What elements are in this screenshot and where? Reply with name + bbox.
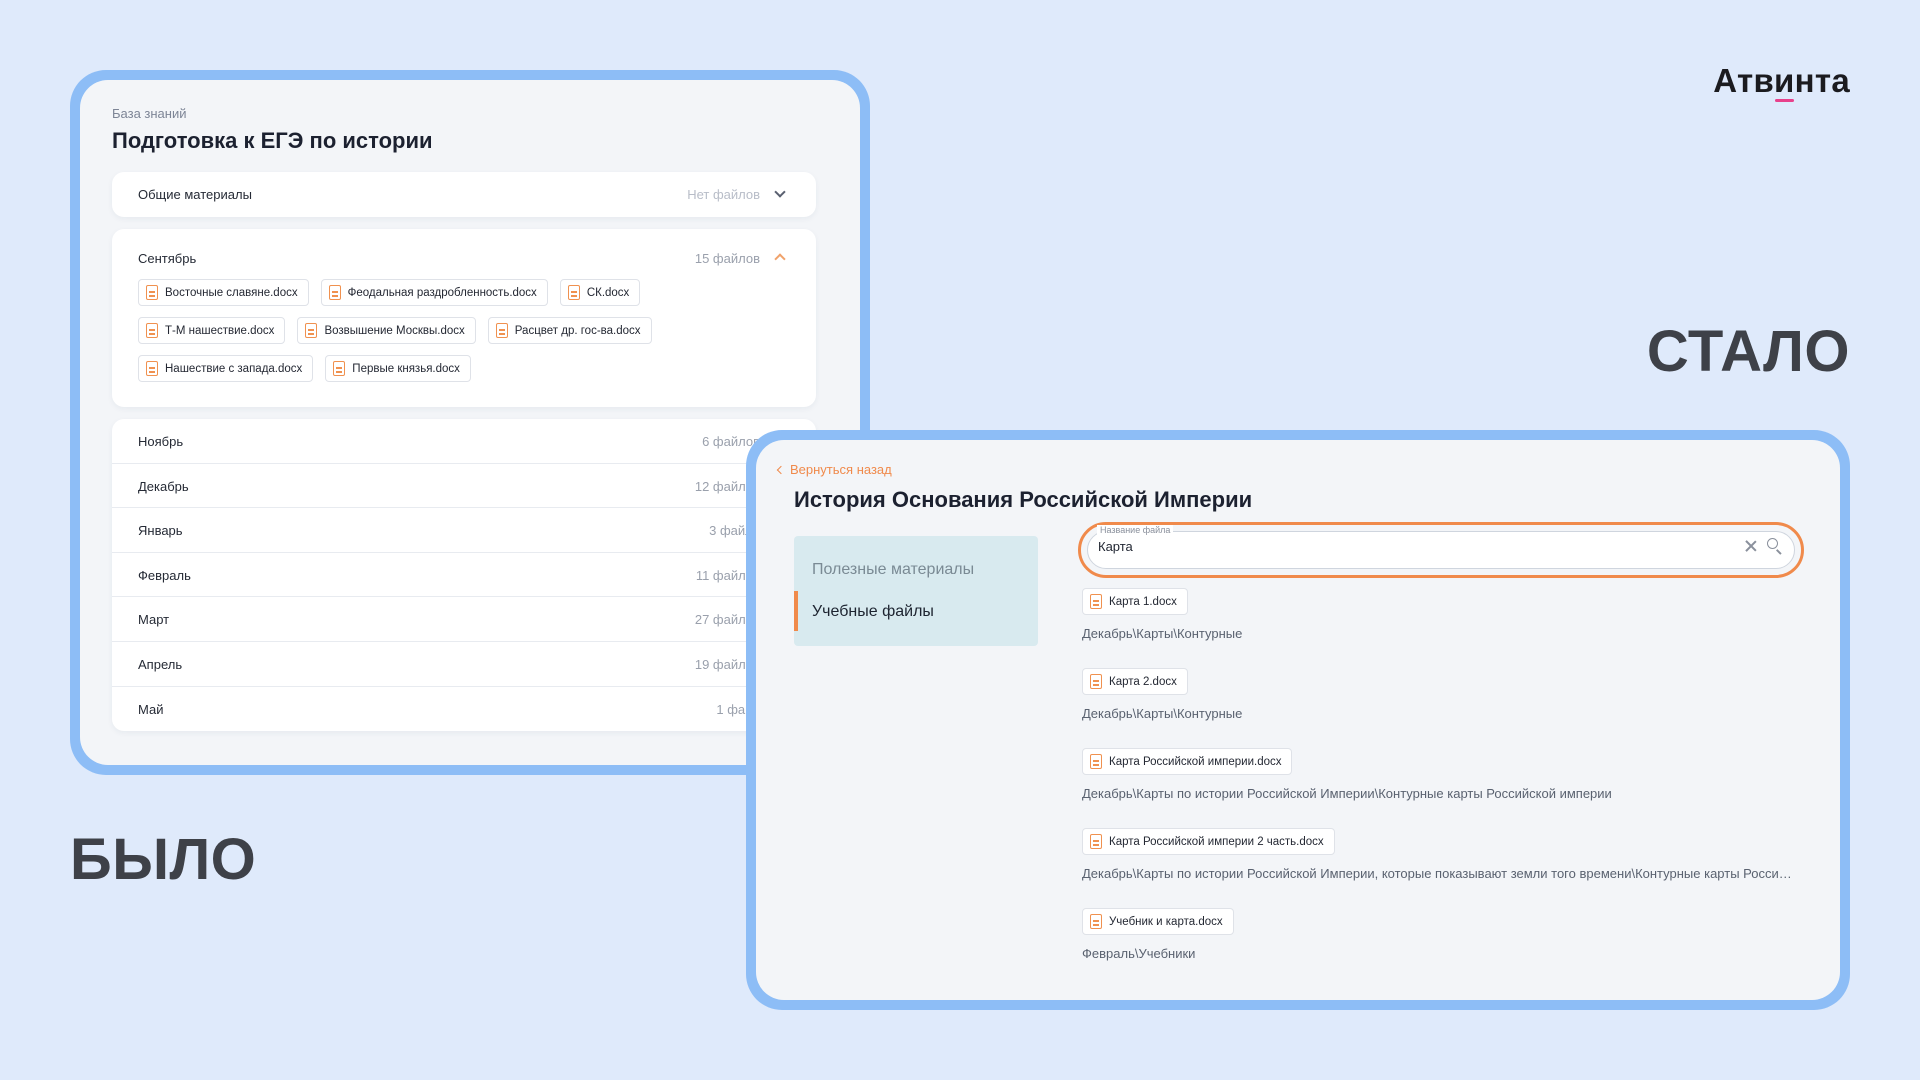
month-row-january[interactable]: Январь 3 файла: [112, 508, 816, 553]
document-icon: [1090, 754, 1102, 769]
side-nav-item-useful-materials[interactable]: Полезные материалы: [812, 561, 974, 579]
search-field-label: Название файла: [1097, 525, 1174, 535]
document-icon: [333, 361, 346, 376]
file-chip[interactable]: Карта 2.docx: [1082, 668, 1188, 695]
file-chip[interactable]: СК.docx: [559, 279, 641, 306]
file-chip[interactable]: Феодальная раздробленность.docx: [320, 279, 548, 306]
caption-after: СТАЛО: [1646, 319, 1850, 384]
chevron-left-icon: [776, 465, 786, 474]
section-count: Нет файлов: [687, 187, 760, 202]
document-icon: [1090, 594, 1102, 609]
month-row-february[interactable]: Февраль 11 файлов: [112, 553, 816, 598]
file-chip[interactable]: Первые князья.docx: [325, 355, 471, 382]
document-icon: [146, 361, 158, 376]
search-highlight-ring: Название файла: [1078, 522, 1804, 578]
page-title: История Основания Российской Империи: [794, 487, 1253, 512]
file-chip[interactable]: Карта Российской империи 2 часть.docx: [1082, 828, 1335, 855]
document-icon: [495, 323, 508, 338]
search-result: Карта 2.docx Декабрь\Карты\Контурные: [1082, 668, 1822, 748]
month-list: Ноябрь 6 файлов Декабрь 12 файлов Январь 3 …: [112, 419, 816, 731]
search-results: Карта 1.docx Декабрь\Карты\Контурные Кар…: [1082, 588, 1822, 988]
file-chip[interactable]: Карта 1.docx: [1082, 588, 1188, 615]
file-chip[interactable]: Возвышение Москвы.docx: [297, 317, 476, 344]
file-chip[interactable]: Т-М нашествие.docx: [138, 317, 286, 344]
file-chip[interactable]: Карта Российской империи.docx: [1082, 748, 1293, 775]
brand-logo: Атвинта: [1713, 62, 1850, 102]
search-input[interactable]: [1098, 539, 1698, 554]
chevron-up-icon[interactable]: [774, 253, 786, 265]
active-marker: [794, 591, 798, 631]
month-row-march[interactable]: Март 27 файлов: [112, 597, 816, 642]
page-title: Подготовка к ЕГЭ по истории: [112, 128, 433, 153]
search-result: Карта 1.docx Декабрь\Карты\Контурные: [1082, 588, 1822, 668]
file-chip[interactable]: Учебник и карта.docx: [1082, 908, 1234, 935]
search-icon[interactable]: [1767, 538, 1778, 549]
clear-icon[interactable]: [1744, 539, 1758, 553]
month-row-april[interactable]: Апрель 19 файлов: [112, 642, 816, 687]
section-september: Сентябрь 15 файлов Восточные славяне.doc…: [112, 229, 816, 407]
document-icon: [567, 285, 580, 300]
search-result: Карта Российской империи.docx Декабрь\Ка…: [1082, 748, 1822, 828]
result-path[interactable]: Декабрь\Карты по истории Российской Импе…: [1082, 786, 1792, 801]
caption-before: БЫЛО: [70, 827, 257, 892]
search-result: Карта Российской империи 2 часть.docx Де…: [1082, 828, 1822, 908]
document-icon: [146, 323, 158, 338]
file-chip[interactable]: Нашествие с запада.docx: [138, 355, 314, 382]
file-chip[interactable]: Расцвет др. гос-ва.docx: [487, 317, 652, 344]
document-icon: [305, 323, 318, 338]
search-result: Учебник и карта.docx Февраль\Учебники: [1082, 908, 1822, 988]
document-icon: [328, 285, 341, 300]
search-field: Название файла: [1087, 525, 1795, 569]
side-nav-item-study-files[interactable]: Учебные файлы: [812, 603, 934, 621]
result-path[interactable]: Февраль\Учебники: [1082, 946, 1792, 961]
after-screenshot-frame: Вернуться назад История Основания Россий…: [746, 430, 1850, 1010]
before-screen: База знаний Подготовка к ЕГЭ по истории …: [80, 80, 860, 765]
chevron-down-icon[interactable]: [774, 186, 786, 198]
side-nav: Полезные материалы Учебные файлы: [794, 536, 1038, 646]
section-label: Общие материалы: [138, 187, 252, 202]
section-count: 15 файлов: [694, 251, 760, 266]
breadcrumb[interactable]: База знаний: [112, 106, 187, 121]
file-chip-list: Восточные славяне.docx Феодальная раздро…: [138, 279, 798, 393]
file-chip[interactable]: Восточные славяне.docx: [138, 279, 309, 306]
back-link[interactable]: Вернуться назад: [776, 462, 892, 477]
document-icon: [146, 285, 158, 300]
month-row-november[interactable]: Ноябрь 6 файлов: [112, 419, 816, 464]
after-screen: Вернуться назад История Основания Россий…: [756, 440, 1840, 1000]
document-icon: [1090, 834, 1102, 849]
result-path[interactable]: Декабрь\Карты\Контурные: [1082, 706, 1792, 721]
section-label: Сентябрь: [138, 251, 197, 266]
result-path[interactable]: Декабрь\Карты по истории Российской Импе…: [1082, 866, 1792, 881]
month-row-december[interactable]: Декабрь 12 файлов: [112, 464, 816, 509]
section-general-materials[interactable]: Общие материалы Нет файлов: [112, 172, 816, 217]
document-icon: [1090, 914, 1102, 929]
document-icon: [1090, 674, 1102, 689]
result-path[interactable]: Декабрь\Карты\Контурные: [1082, 626, 1792, 641]
month-row-may[interactable]: Май 1 файл: [112, 687, 816, 731]
